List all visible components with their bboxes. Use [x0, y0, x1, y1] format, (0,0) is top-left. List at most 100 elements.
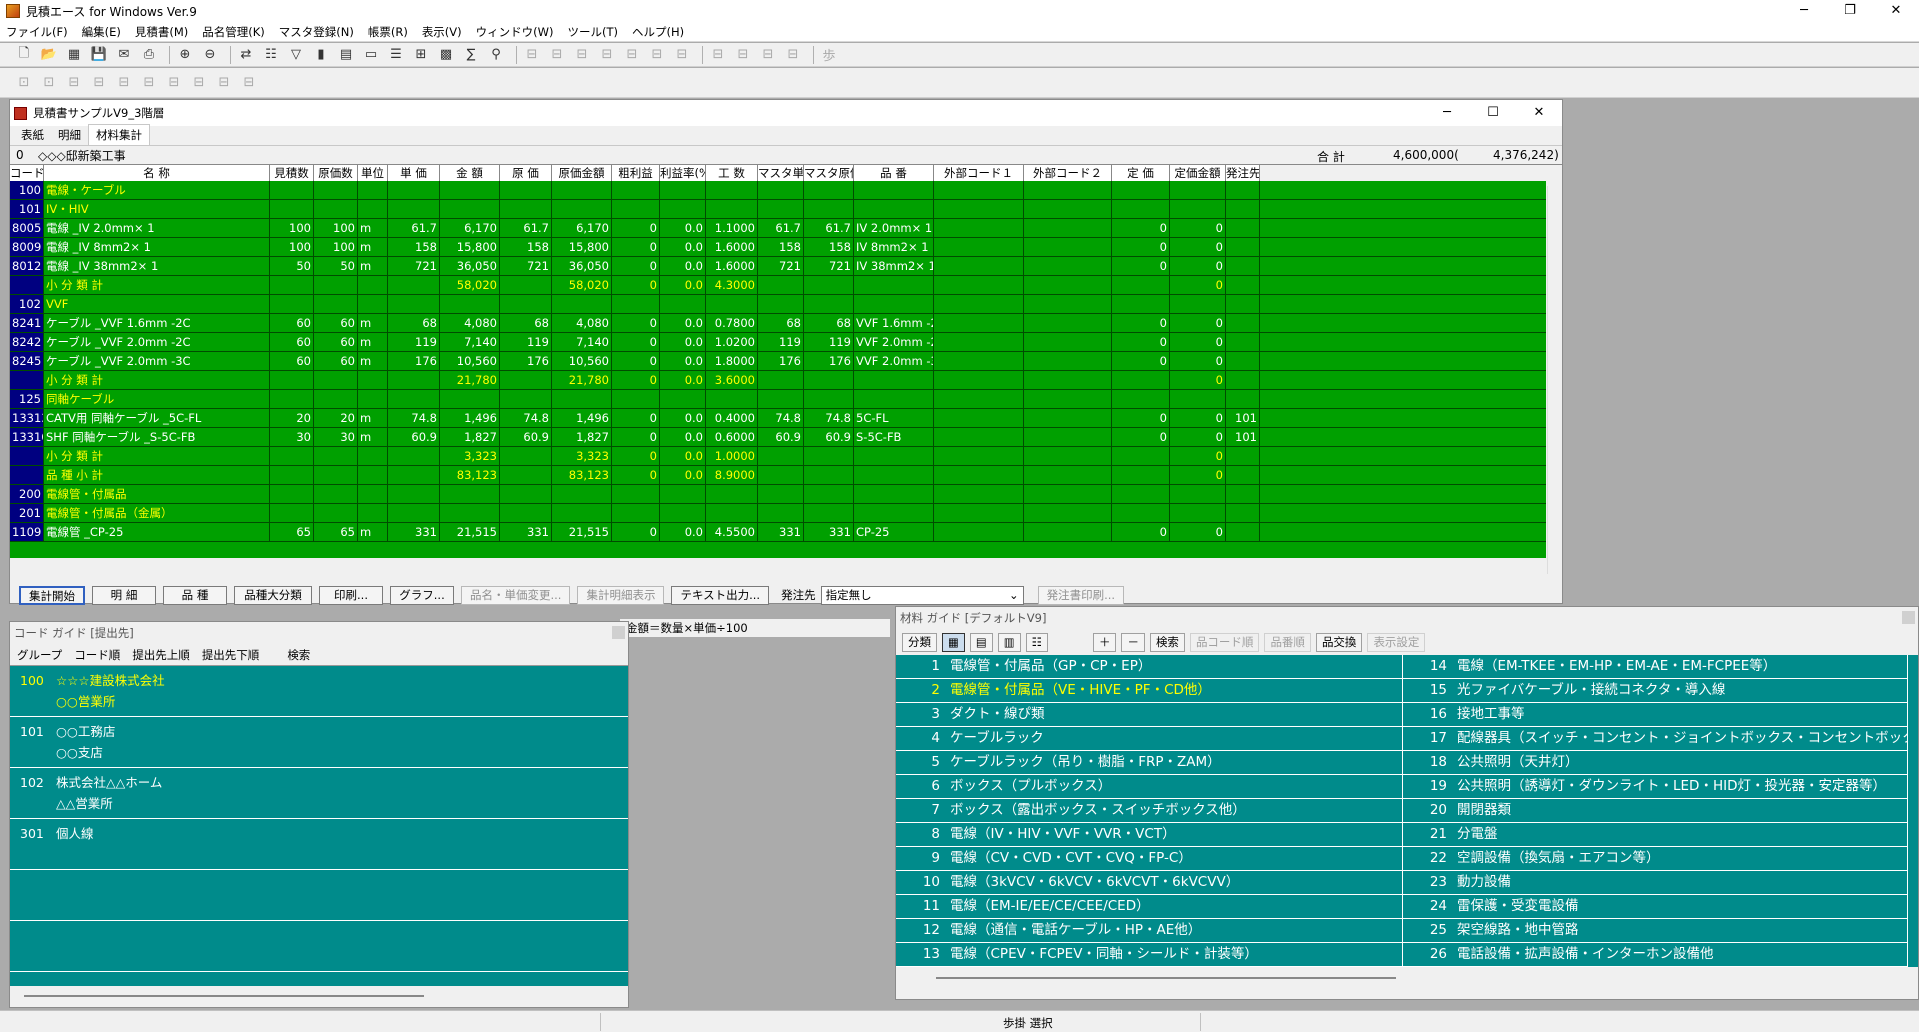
category-item[interactable]: 11 電線（EM-IE/EE/CE/CEE/CED） — [896, 895, 1402, 919]
category-item[interactable]: 16 接地工事等 — [1403, 703, 1907, 727]
grid-header-16[interactable]: 外部コード２ — [1024, 165, 1112, 181]
variety-major-button[interactable]: 品種大分類 — [234, 585, 312, 605]
code-order-button[interactable]: 品コード順 — [1189, 632, 1260, 652]
code-guide-sort-3[interactable]: 提出先下順 — [202, 647, 260, 663]
grid-header-15[interactable]: 外部コード１ — [934, 165, 1024, 181]
hscroll-thumb[interactable] — [24, 995, 424, 997]
table-row[interactable]: 100 電線・ケーブル — [10, 181, 1546, 200]
grid-header-14[interactable]: 品 番 — [854, 165, 934, 181]
print-icon[interactable]: ⎙ — [139, 46, 159, 64]
child-close-button[interactable]: ✕ — [1516, 102, 1562, 124]
row-clear-icon[interactable]: ⊟ — [647, 46, 667, 64]
zoom-in-icon[interactable]: ⊕ — [175, 46, 195, 64]
pin-icon[interactable]: ⚲ — [486, 46, 506, 64]
grid-header-9[interactable]: 粗利益 — [612, 165, 660, 181]
table-row[interactable]: 125 同軸ケーブル — [10, 390, 1546, 409]
view-large-icon[interactable]: ▦ — [942, 632, 965, 652]
col-copy-icon[interactable]: ⊟ — [733, 46, 753, 64]
grid-header-10[interactable]: 利益率(%) — [660, 165, 706, 181]
category-list[interactable]: 1 電線管・付属品（GP・CP・EP） 2 電線管・付属品（VE・HIVE・PF・CD… — [896, 655, 1918, 967]
order-print-button[interactable]: 発注書印刷... — [1037, 585, 1125, 605]
grid-header-13[interactable]: マスタ原価 — [804, 165, 854, 181]
search-button[interactable]: 検索 — [1149, 632, 1185, 652]
grid-header-2[interactable]: 見積数 — [270, 165, 314, 181]
level2-icon[interactable]: ⊡ — [39, 74, 59, 92]
table-row[interactable]: 8245 ケーブル _VVF 2.0mm -3C 60 60 m 176 10,560 176… — [10, 352, 1546, 371]
stamp-icon[interactable]: ⊞ — [411, 46, 431, 64]
text-output-button[interactable]: テキスト出力... — [671, 585, 770, 605]
category-item[interactable]: 8 電線（IV・HIV・VVF・VVR・VCT） — [896, 823, 1402, 847]
category-item[interactable]: 17 配線器具（スイッチ・コンセント・ジョイントボックス・コンセントボックス等） — [1403, 727, 1907, 751]
list-item[interactable]: 101 ○○工務店 ○○支店 — [10, 717, 628, 768]
grid-header-5[interactable]: 単 価 — [388, 165, 440, 181]
category-item[interactable]: 24 雷保護・受変電設備 — [1403, 895, 1907, 919]
mail-icon[interactable]: ✉ — [114, 46, 134, 64]
code-guide-hscroll[interactable] — [10, 986, 628, 1006]
sum-icon[interactable]: ∑ — [461, 46, 481, 64]
row-move-icon[interactable]: ⊟ — [572, 46, 592, 64]
category-item[interactable]: 20 開閉器類 — [1403, 799, 1907, 823]
list-item[interactable]: 100 ☆☆☆建設株式会社 ○○営業所 — [10, 666, 628, 717]
print-button[interactable]: 印刷... — [319, 585, 383, 605]
zoom-out-icon[interactable]: ⊖ — [200, 46, 220, 64]
child-maximize-button[interactable]: ☐ — [1470, 102, 1516, 124]
collapse-button[interactable]: － — [1121, 632, 1145, 652]
table-row[interactable]: 13313CATV用 同軸ケーブル _5C-FL2020m74.81,49674… — [10, 409, 1546, 428]
category-hscroll[interactable] — [896, 967, 1918, 989]
grid-header-7[interactable]: 原 価 — [500, 165, 552, 181]
sec-icon-9[interactable]: ⊟ — [214, 74, 234, 92]
category-item[interactable]: 1 電線管・付属品（GP・CP・EP） — [896, 655, 1402, 679]
grid-header-4[interactable]: 単位 — [358, 165, 388, 181]
category-item[interactable]: 25 架空線路・地中管路 — [1403, 919, 1907, 943]
order-select[interactable]: 指定無し ⌄ — [820, 585, 1024, 605]
display-settings-button[interactable]: 表示設定 — [1367, 632, 1426, 652]
block-icon[interactable]: ▮ — [311, 46, 331, 64]
menu-item-9[interactable]: ヘルプ(H) — [632, 24, 684, 40]
table-row[interactable]: 8009 電線 _IV 8mm2× 1 100 100 m 158 15,800 158 15,… — [10, 238, 1546, 257]
menu-item-5[interactable]: 帳票(R) — [368, 24, 408, 40]
category-item[interactable]: 21 分電盤 — [1403, 823, 1907, 847]
table-row[interactable]: 小 分 類 計 3,323 3,323 0 0.0 1.0000 0 — [10, 447, 1546, 466]
category-item[interactable]: 18 公共照明（天井灯） — [1403, 751, 1907, 775]
exchange-button[interactable]: 品交換 — [1315, 632, 1363, 652]
window-icon[interactable]: ▭ — [361, 46, 381, 64]
grid-header-6[interactable]: 金 額 — [440, 165, 500, 181]
close-button[interactable]: ✕ — [1873, 0, 1919, 22]
sec-icon-7[interactable]: ⊟ — [164, 74, 184, 92]
menu-item-0[interactable]: ファイル(F) — [6, 24, 68, 40]
category-item[interactable]: 9 電線（CV・CVD・CVT・CVQ・FP-C） — [896, 847, 1402, 871]
table-row[interactable]: 13316SHF 同軸ケーブル _S-5C-FB3030m60.91,82760… — [10, 428, 1546, 447]
category-item[interactable]: 2 電線管・付属品（VE・HIVE・PF・CD他） — [896, 679, 1402, 703]
materials-grid[interactable]: 100 電線・ケーブル 101 IV・HIV 8005 電線 _IV 2.0mm× 1 10… — [10, 181, 1546, 558]
panel-close-icon[interactable] — [612, 626, 625, 639]
category-hscroll-thumb[interactable] — [936, 977, 1396, 979]
row-insert-icon[interactable]: ⊟ — [522, 46, 542, 64]
category-item[interactable]: 26 電話設備・拡声設備・インターホン設備他 — [1403, 943, 1907, 967]
view-small-icon[interactable]: ▤ — [969, 632, 993, 652]
view-tree-icon[interactable]: ☷ — [1025, 632, 1048, 652]
table-row[interactable]: 1109 電線管 _CP-25 65 65 m 331 21,515 331 21,515 0 0.… — [10, 523, 1546, 542]
grid-header-1[interactable]: 名 称 — [44, 165, 270, 181]
material-panel-close-icon[interactable] — [1902, 611, 1915, 624]
graph-button[interactable]: グラフ... — [390, 585, 454, 605]
view-detail-icon[interactable]: ▥ — [997, 632, 1021, 652]
menu-item-1[interactable]: 編集(E) — [82, 24, 121, 40]
sec-icon-6[interactable]: ⊟ — [139, 74, 159, 92]
table-row[interactable]: 8012 電線 _IV 38mm2× 1 50 50 m 721 36,050 721 36,0… — [10, 257, 1546, 276]
grid-header-0[interactable]: コード — [10, 165, 44, 181]
table-row[interactable]: 200 電線管・付属品 — [10, 485, 1546, 504]
category-item[interactable]: 14 電線（EM-TKEE・EM-HP・EM-AE・EM-FCPEE等） — [1403, 655, 1907, 679]
category-item[interactable]: 15 光ファイバケーブル・接続コネクタ・導入線 — [1403, 679, 1907, 703]
row-delete-icon[interactable]: ⊟ — [622, 46, 642, 64]
grid-header-18[interactable]: 定価金額 — [1170, 165, 1226, 181]
grid-header-12[interactable]: マスタ単価 — [758, 165, 804, 181]
tab-2[interactable]: 材料集計 — [88, 124, 150, 145]
table-row[interactable]: 8241 ケーブル _VVF 1.6mm -2C 60 60 m 68 4,080 68 4,0… — [10, 314, 1546, 333]
table-row[interactable]: 8242 ケーブル _VVF 2.0mm -2C 60 60 m 119 7,140 119 7… — [10, 333, 1546, 352]
sec-icon-8[interactable]: ⊟ — [189, 74, 209, 92]
category-item[interactable]: 13 電線（CPEV・FCPEV・同軸・シールド・計装等） — [896, 943, 1402, 967]
name-price-change-button[interactable]: 品名・単価変更... — [461, 585, 571, 605]
col-move-icon[interactable]: ⊟ — [758, 46, 778, 64]
menu-item-8[interactable]: ツール(T) — [568, 24, 619, 40]
code-guide-sort-0[interactable]: グループ — [17, 647, 62, 663]
